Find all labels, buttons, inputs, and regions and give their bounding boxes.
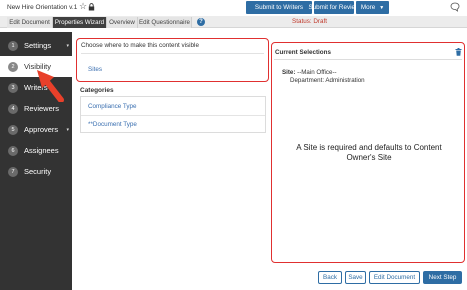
visibility-prompt: Choose where to make this content visibl… <box>81 42 199 49</box>
help-icon[interactable]: ? <box>197 18 205 26</box>
more-menu-button[interactable]: More ▼ <box>356 1 389 14</box>
more-label: More <box>360 4 376 11</box>
sidebar-item-label: Reviewers <box>24 104 60 113</box>
back-button[interactable]: Back <box>318 271 342 284</box>
step-number: 3 <box>8 82 18 93</box>
save-button[interactable]: Save <box>345 271 366 284</box>
sidebar-item-label: Settings <box>24 41 52 50</box>
step-number: 7 <box>8 166 18 177</box>
tab-properties-wizard[interactable]: Properties Wizard <box>53 17 107 28</box>
next-step-button[interactable]: Next Step <box>423 271 462 284</box>
chat-bubble-icon[interactable] <box>450 2 460 12</box>
chevron-down-icon: ▾ <box>66 126 69 133</box>
submit-to-writers-button[interactable]: Submit to Writers <box>246 1 312 14</box>
edit-document-button[interactable]: Edit Document <box>369 271 420 284</box>
lock-icon <box>88 3 95 11</box>
step-number: 1 <box>8 40 18 51</box>
sidebar-item-security[interactable]: 7 Security <box>0 161 72 182</box>
categories-heading: Categories <box>80 87 114 94</box>
tab-edit-questionnaire[interactable]: Edit Questionnaire <box>138 17 192 28</box>
tab-edit-document[interactable]: Edit Document <box>7 17 53 28</box>
step-number: 2 <box>8 61 18 72</box>
submit-for-review-button[interactable]: Submit for Review <box>308 1 360 14</box>
top-bar: New Hire Orientation v.1 ☆ Submit to Wri… <box>0 0 467 16</box>
category-document-type[interactable]: **Document Type <box>81 115 265 133</box>
sidebar-item-settings[interactable]: 1 Settings ▾ <box>0 35 72 56</box>
sidebar-item-label: Security <box>24 167 52 176</box>
document-title: New Hire Orientation v.1 <box>7 4 78 11</box>
annotation-note: A Site is required and defaults to Conte… <box>296 143 442 162</box>
current-selections-heading: Current Selections <box>275 49 331 56</box>
site-value: --Main Office-- <box>297 69 337 76</box>
sidebar-item-assignees[interactable]: 6 Assignees <box>0 140 72 161</box>
site-label: Site: <box>282 69 296 76</box>
category-compliance-type[interactable]: Compliance Type <box>81 97 265 115</box>
step-number: 4 <box>8 103 18 114</box>
step-number: 6 <box>8 145 18 156</box>
sidebar-item-label: Assignees <box>24 146 59 155</box>
sidebar-item-label: Approvers <box>24 125 59 134</box>
divider <box>81 53 264 54</box>
tab-bar: Edit Document Properties Wizard Overview… <box>0 16 467 28</box>
categories-list: Compliance Type **Document Type <box>80 96 266 133</box>
divider <box>274 59 462 60</box>
star-icon[interactable]: ☆ <box>79 1 87 12</box>
selected-site: Site: --Main Office-- <box>282 69 337 76</box>
current-selections-panel: Current Selections Site: --Main Office--… <box>271 42 465 263</box>
sidebar-item-approvers[interactable]: 5 Approvers ▾ <box>0 119 72 140</box>
visibility-panel: Choose where to make this content visibl… <box>76 38 269 82</box>
trash-icon[interactable] <box>455 48 462 56</box>
caret-down-icon: ▼ <box>379 4 385 11</box>
step-number: 5 <box>8 124 18 135</box>
annotation-arrow-icon <box>37 70 64 102</box>
status-label: Status: Draft <box>292 18 327 25</box>
tab-overview[interactable]: Overview <box>107 17 138 28</box>
chevron-down-icon: ▾ <box>66 42 69 49</box>
selected-department: Department: Administration <box>290 77 365 84</box>
sites-link[interactable]: Sites <box>88 66 102 73</box>
